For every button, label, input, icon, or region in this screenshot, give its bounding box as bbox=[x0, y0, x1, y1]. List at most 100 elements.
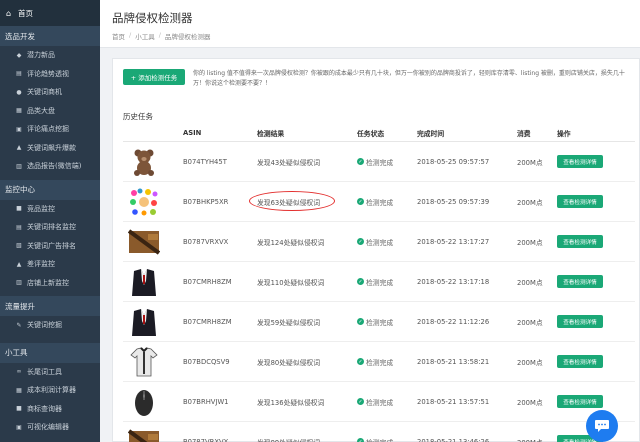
thumb-cell bbox=[123, 387, 183, 417]
thumb-cell bbox=[123, 346, 183, 377]
breadcrumb-separator: / bbox=[158, 31, 161, 39]
table-row: B07BRHVJW1 发现136处疑似侵权词 ✓ 检测完成 2018-05-21 13:… bbox=[123, 382, 635, 422]
time-cell: 2018-05-25 09:57:39 bbox=[417, 197, 490, 206]
sidebar-group-title[interactable]: 选品开发 bbox=[0, 26, 100, 46]
thumb-cell bbox=[123, 267, 183, 297]
asin-cell: B07BRHVJW1 bbox=[183, 397, 229, 406]
add-task-button[interactable]: + 添加检测任务 bbox=[123, 69, 185, 85]
cost-cell: 200M点 bbox=[517, 278, 543, 287]
table-row: B074TYH45T 发现43处疑似侵权词 ✓ 检测完成 2018-05-25 09:5… bbox=[123, 142, 635, 182]
operation-cell: 查看检测详情 bbox=[557, 355, 617, 368]
time-cell: 2018-05-25 09:57:57 bbox=[417, 157, 490, 166]
leather-bag-thumbnail[interactable] bbox=[127, 227, 161, 257]
sidebar-item-store-new-monitor[interactable]: ▥ 店铺上新监控 bbox=[0, 274, 100, 293]
check-circle-icon: ✓ bbox=[357, 358, 364, 365]
status-text: 检测完成 bbox=[366, 358, 394, 367]
header-asin: ASIN bbox=[183, 129, 202, 137]
time-cell: 2018-05-21 13:46:26 bbox=[417, 437, 490, 442]
view-detail-button[interactable]: 查看检测详情 bbox=[557, 235, 603, 248]
status-cell: ✓检测完成 bbox=[357, 197, 417, 207]
task-card: + 添加检测任务 你的 listing 值不值得来一次品牌侵权检测？你被跟的成本… bbox=[112, 58, 640, 442]
cost-cell: 200M点 bbox=[517, 238, 543, 247]
view-detail-button[interactable]: 查看检测详情 bbox=[557, 395, 603, 408]
status-text: 检测完成 bbox=[366, 437, 393, 442]
breadcrumb-tools[interactable]: 小工具 bbox=[135, 31, 155, 41]
table-header: ASIN 检测结果 任务状态 完成时间 消费 操作 bbox=[123, 125, 635, 142]
sidebar-group-title[interactable]: 监控中心 bbox=[0, 179, 100, 200]
comment-icon: ▣ bbox=[16, 125, 22, 133]
sidebar-item-category-market[interactable]: ▦ 品类大盘 bbox=[0, 102, 100, 121]
breadcrumb-separator: / bbox=[129, 31, 132, 39]
sidebar-item-keyword-opportunity[interactable]: ● 关键词商机 bbox=[0, 83, 100, 102]
status-cell: ✓检测完成 bbox=[357, 277, 417, 287]
sidebar-item-trademark-search[interactable]: ■ 商标查询器 bbox=[0, 400, 100, 419]
status-cell: ✓检测完成 bbox=[357, 317, 417, 327]
result-cell: 发现110处疑似侵权词 bbox=[257, 277, 357, 287]
time-cell: 2018-05-22 11:12:26 bbox=[417, 317, 490, 326]
sidebar-item-longtail-tool[interactable]: ∞ 长尾词工具 bbox=[0, 363, 100, 382]
check-circle-icon: ✓ bbox=[357, 238, 364, 245]
main-content: 品牌侵权检测器 首页 / 小工具 / 品牌侵权检测器 + 添加检测任务 你的 l… bbox=[100, 0, 640, 442]
leather-bag-thumbnail[interactable] bbox=[127, 427, 161, 442]
sidebar-item-review-trend[interactable]: ▤ 评论趋势透视 bbox=[0, 65, 100, 84]
mouse-thumbnail[interactable] bbox=[127, 387, 161, 417]
cost-cell: 200M点 bbox=[517, 198, 543, 207]
asin-cell: B0787VRXVX bbox=[183, 437, 229, 442]
shirt-thumbnail[interactable] bbox=[127, 346, 161, 377]
sidebar-item-bad-review-monitor[interactable]: ▲ 差评监控 bbox=[0, 255, 100, 274]
sidebar-item-competitor-monitor[interactable]: ■ 竞品监控 bbox=[0, 200, 100, 219]
view-detail-button[interactable]: 查看检测详情 bbox=[557, 315, 603, 328]
sidebar-item-keyword-surge[interactable]: ▲ 关键词飙升爆款 bbox=[0, 139, 100, 158]
breadcrumb-home[interactable]: 首页 bbox=[112, 31, 125, 41]
result-text: 发现99处疑似侵权词 bbox=[257, 439, 320, 442]
fidget-spinners-thumbnail[interactable] bbox=[127, 187, 161, 217]
sidebar-item-review-pain[interactable]: ▣ 评论痛点挖掘 bbox=[0, 120, 100, 139]
sidebar-group-title[interactable]: 流量提升 bbox=[0, 296, 100, 316]
monitor-icon: ■ bbox=[16, 205, 22, 213]
view-detail-button[interactable]: 查看检测详情 bbox=[557, 275, 603, 288]
operation-cell: 查看检测详情 bbox=[557, 315, 617, 328]
sidebar-item-home[interactable]: ⌂ 首页 bbox=[0, 0, 100, 26]
header-result: 检测结果 bbox=[257, 130, 285, 138]
result-text: 发现80处疑似侵权词 bbox=[257, 358, 321, 367]
chat-bubble-icon bbox=[595, 420, 609, 432]
view-detail-button[interactable]: 查看检测详情 bbox=[557, 155, 603, 168]
home-icon: ⌂ bbox=[6, 8, 12, 18]
operation-cell: 查看检测详情 bbox=[557, 235, 617, 248]
sidebar-item-visual-editor[interactable]: ▣ 可视化编辑器 bbox=[0, 418, 100, 437]
sidebar-group-title[interactable]: 小工具 bbox=[0, 342, 100, 363]
result-text: 发现110处疑似侵权词 bbox=[257, 278, 325, 287]
cost-cell: 200M点 bbox=[517, 158, 543, 167]
sidebar-item-keyword-mining[interactable]: ✎ 关键词挖掘 bbox=[0, 316, 100, 335]
sidebar-item-keyword-rank-monitor[interactable]: ▤ 关键词排名监控 bbox=[0, 218, 100, 237]
check-circle-icon: ✓ bbox=[357, 398, 364, 405]
gem-icon: ◆ bbox=[16, 51, 22, 59]
sidebar-item-keyword-ad-rank[interactable]: ▧ 关键词广告排名 bbox=[0, 237, 100, 256]
notice-text: 你的 listing 值不值得来一次品牌侵权检测？你被跟的成本最少只有几十块，但… bbox=[193, 70, 625, 87]
header-time: 完成时间 bbox=[417, 130, 445, 138]
header-operation: 操作 bbox=[557, 130, 571, 138]
editor-icon: ▣ bbox=[16, 423, 22, 431]
suit-thumbnail[interactable] bbox=[127, 307, 161, 337]
view-detail-button[interactable]: 查看检测详情 bbox=[557, 355, 603, 368]
header-status: 任务状态 bbox=[357, 130, 385, 138]
trend-icon: ▲ bbox=[16, 144, 22, 152]
view-detail-button[interactable]: 查看检测详情 bbox=[557, 195, 603, 208]
sidebar-item-report-wechat[interactable]: ▥ 选品报告(微信端) bbox=[0, 157, 100, 176]
time-cell: 2018-05-22 13:17:27 bbox=[417, 237, 490, 246]
teddy-bear-thumbnail[interactable] bbox=[127, 147, 161, 177]
operation-cell: 查看检测详情 bbox=[557, 155, 617, 168]
sidebar-item-potential-new[interactable]: ◆ 潜力新品 bbox=[0, 46, 100, 65]
status-cell: ✓检测完成 bbox=[357, 437, 417, 442]
result-cell: 发现43处疑似侵权词 bbox=[257, 157, 357, 167]
thumb-cell bbox=[123, 427, 183, 442]
operation-cell: 查看检测详情 bbox=[557, 195, 617, 208]
asin-cell: B07BHKP5XR bbox=[183, 197, 229, 206]
grid-icon: ▦ bbox=[16, 107, 22, 115]
chat-button[interactable] bbox=[586, 410, 618, 442]
status-text: 检测完成 bbox=[366, 278, 394, 287]
sidebar-item-profit-calculator[interactable]: ▦ 成本利润计算器 bbox=[0, 381, 100, 400]
suit-thumbnail[interactable] bbox=[127, 267, 161, 297]
page-title: 品牌侵权检测器 bbox=[112, 11, 193, 25]
header-cost: 消费 bbox=[517, 130, 531, 138]
